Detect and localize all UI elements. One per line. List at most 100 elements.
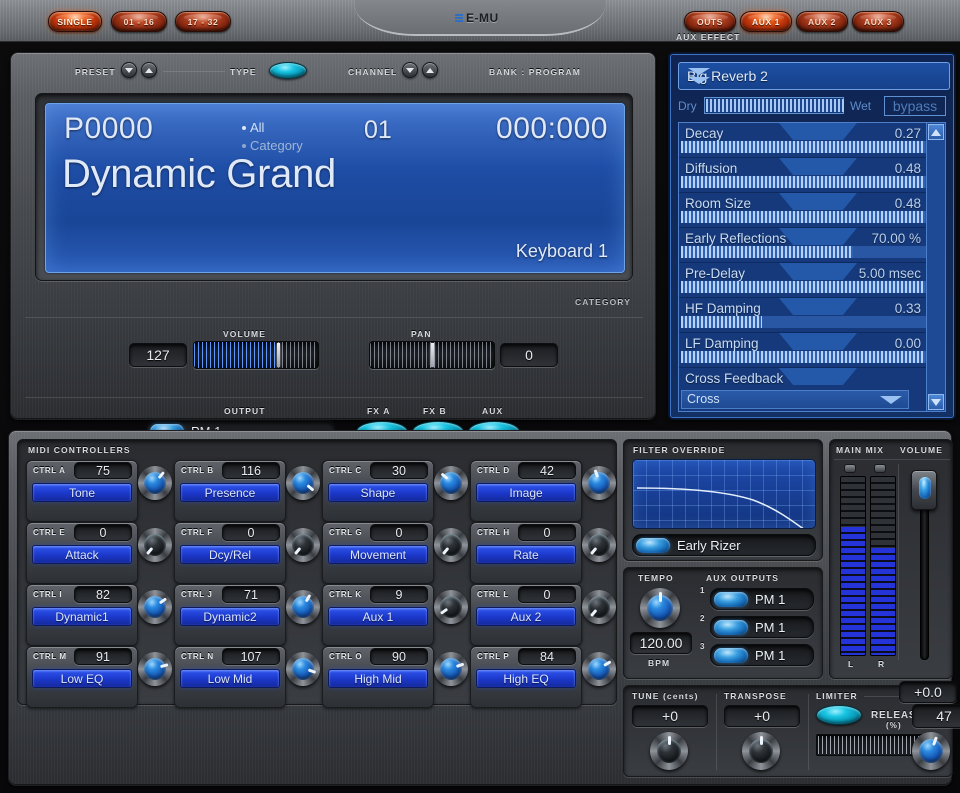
- midi-controller-knob[interactable]: [434, 466, 468, 500]
- aux-param-slider[interactable]: [681, 246, 927, 258]
- aux-param-wedge: [779, 228, 857, 245]
- transpose-value[interactable]: +0: [724, 705, 800, 727]
- midi-controller-value[interactable]: 82: [74, 586, 132, 603]
- midi-controller-name[interactable]: Shape: [328, 483, 428, 502]
- limiter-enable-button[interactable]: [816, 705, 862, 725]
- output-tab-outs[interactable]: OUTS: [684, 11, 736, 32]
- aux-param-slider[interactable]: [681, 176, 927, 188]
- midi-controller-name[interactable]: Dcy/Rel: [180, 545, 280, 564]
- midi-controller-value[interactable]: 0: [370, 524, 428, 541]
- midi-controller-name[interactable]: Presence: [180, 483, 280, 502]
- midi-controller-name[interactable]: High Mid: [328, 669, 428, 688]
- preset-lcd-display[interactable]: P0000 All Category 01 000:000 Dynamic Gr…: [45, 103, 625, 273]
- midi-controller-value[interactable]: 9: [370, 586, 428, 603]
- pan-value[interactable]: 0: [500, 343, 558, 367]
- midi-controller-name[interactable]: Aux 1: [328, 607, 428, 626]
- midi-controller-knob[interactable]: [582, 590, 616, 624]
- aux-param-slider[interactable]: [681, 281, 927, 293]
- cross-feedback-dropdown[interactable]: Cross: [681, 390, 909, 409]
- pan-fader[interactable]: [369, 341, 495, 369]
- midi-controller-name[interactable]: Tone: [32, 483, 132, 502]
- output-tab-aux-1[interactable]: AUX 1: [740, 11, 792, 32]
- output-tab-aux-3[interactable]: AUX 3: [852, 11, 904, 32]
- master-volume-handle[interactable]: [911, 470, 937, 510]
- midi-controller-name[interactable]: Low Mid: [180, 669, 280, 688]
- lcd-radio-all[interactable]: All: [242, 120, 264, 135]
- transpose-knob[interactable]: [742, 732, 780, 770]
- aux-output-selector[interactable]: PM 1: [710, 644, 814, 666]
- channel-down-button[interactable]: [402, 62, 418, 78]
- midi-controller-name[interactable]: Dynamic1: [32, 607, 132, 626]
- midi-controller-knob[interactable]: [138, 590, 172, 624]
- preset-down-button[interactable]: [121, 62, 137, 78]
- aux-output-selector[interactable]: PM 1: [710, 588, 814, 610]
- midi-controller-name[interactable]: Low EQ: [32, 669, 132, 688]
- midi-controller-knob[interactable]: [286, 466, 320, 500]
- aux-effect-selector[interactable]: Big Reverb 2: [678, 62, 950, 90]
- midi-controller-knob[interactable]: [434, 652, 468, 686]
- scroll-up-icon[interactable]: [928, 124, 944, 140]
- aux-scrollbar[interactable]: [926, 122, 946, 412]
- midi-controller-value[interactable]: 90: [370, 648, 428, 665]
- tune-value[interactable]: +0: [632, 705, 708, 727]
- midi-controller-value[interactable]: 42: [518, 462, 576, 479]
- midi-controller-knob[interactable]: [434, 590, 468, 624]
- mode-button-single[interactable]: SINGLE: [48, 11, 102, 32]
- midi-controller-knob[interactable]: [286, 652, 320, 686]
- aux-param-slider[interactable]: [681, 211, 927, 223]
- tempo-knob[interactable]: [640, 588, 680, 628]
- tune-knob[interactable]: [650, 732, 688, 770]
- limiter-release-knob[interactable]: [912, 732, 950, 770]
- aux-output-selector[interactable]: PM 1: [710, 616, 814, 638]
- midi-controller-name[interactable]: Rate: [476, 545, 576, 564]
- volume-fader-grip[interactable]: [277, 343, 281, 367]
- dry-wet-bar[interactable]: [704, 97, 844, 114]
- midi-controller-knob[interactable]: [138, 652, 172, 686]
- midi-controller-knob[interactable]: [582, 528, 616, 562]
- midi-controller-knob[interactable]: [582, 466, 616, 500]
- midi-controller-name[interactable]: Aux 2: [476, 607, 576, 626]
- aux-param-slider[interactable]: [681, 316, 927, 328]
- preset-up-button[interactable]: [141, 62, 157, 78]
- midi-controller-value[interactable]: 91: [74, 648, 132, 665]
- channel-up-button[interactable]: [422, 62, 438, 78]
- midi-controller-value[interactable]: 0: [518, 586, 576, 603]
- filter-response-graph[interactable]: [632, 459, 816, 529]
- mode-button-17-32[interactable]: 17 - 32: [175, 11, 231, 32]
- midi-controller-name[interactable]: Image: [476, 483, 576, 502]
- filter-preset-selector[interactable]: Early Rizer: [632, 534, 816, 556]
- midi-controller-value[interactable]: 0: [74, 524, 132, 541]
- volume-value[interactable]: 127: [129, 343, 187, 367]
- master-volume-value[interactable]: +0.0: [899, 681, 957, 703]
- midi-controller-name[interactable]: High EQ: [476, 669, 576, 688]
- midi-controller-knob[interactable]: [138, 466, 172, 500]
- bypass-button[interactable]: bypass: [884, 96, 946, 116]
- midi-controller-knob[interactable]: [286, 528, 320, 562]
- output-tab-aux-2[interactable]: AUX 2: [796, 11, 848, 32]
- midi-controller-value[interactable]: 75: [74, 462, 132, 479]
- tempo-value[interactable]: 120.00: [630, 632, 692, 654]
- midi-controller-knob[interactable]: [434, 528, 468, 562]
- midi-controller-value[interactable]: 107: [222, 648, 280, 665]
- lcd-radio-category[interactable]: Category: [242, 138, 303, 153]
- midi-controller-name[interactable]: Movement: [328, 545, 428, 564]
- mode-button-01-16[interactable]: 01 - 16: [111, 11, 167, 32]
- midi-controller-value[interactable]: 116: [222, 462, 280, 479]
- midi-controller-value[interactable]: 71: [222, 586, 280, 603]
- midi-controller-value[interactable]: 84: [518, 648, 576, 665]
- midi-controller-value[interactable]: 0: [222, 524, 280, 541]
- midi-controller-knob[interactable]: [582, 652, 616, 686]
- scroll-down-icon[interactable]: [928, 394, 944, 410]
- aux-param-slider[interactable]: [681, 141, 927, 153]
- limiter-release-value[interactable]: 47: [912, 704, 960, 728]
- volume-fader[interactable]: [193, 341, 319, 369]
- midi-controller-name[interactable]: Dynamic2: [180, 607, 280, 626]
- aux-param-slider[interactable]: [681, 351, 927, 363]
- midi-controller-knob[interactable]: [286, 590, 320, 624]
- midi-controller-name[interactable]: Attack: [32, 545, 132, 564]
- midi-controller-knob[interactable]: [138, 528, 172, 562]
- type-toggle[interactable]: [269, 62, 307, 79]
- midi-controller-value[interactable]: 0: [518, 524, 576, 541]
- midi-controller-value[interactable]: 30: [370, 462, 428, 479]
- pan-fader-grip[interactable]: [431, 343, 435, 367]
